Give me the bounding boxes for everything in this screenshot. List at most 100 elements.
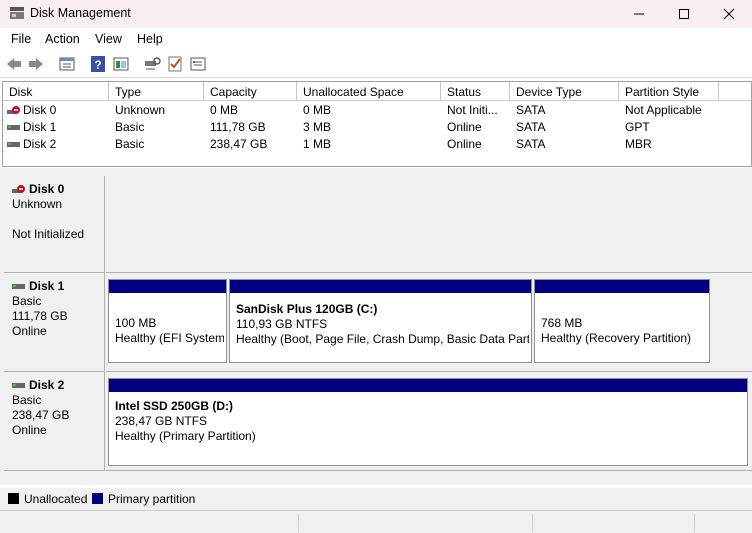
- properties-icon[interactable]: [58, 55, 76, 73]
- menu-file[interactable]: File: [11, 32, 31, 46]
- disk-0-status: Not Initialized: [12, 227, 85, 241]
- partition-title: Intel SSD 250GB (D:): [115, 399, 234, 413]
- disk-1-name: Disk 1: [29, 279, 65, 293]
- row-status: Online: [447, 120, 482, 134]
- partition-c[interactable]: SanDisk Plus 120GB (C:) 110,93 GB NTFS H…: [229, 279, 532, 363]
- disk-2-status: Online: [12, 423, 47, 437]
- graphical-view: Disk 0 Unknown Not Initialized Disk 1 Ba…: [0, 176, 752, 485]
- legend: Unallocated Primary partition: [0, 488, 752, 510]
- row-type: Basic: [115, 120, 145, 134]
- menu-help[interactable]: Help: [137, 32, 163, 46]
- disk-2-name: Disk 2: [29, 378, 65, 392]
- help-icon[interactable]: ?: [89, 55, 107, 73]
- menu-action[interactable]: Action: [45, 32, 80, 46]
- disk-error-icon: [7, 106, 20, 114]
- column-disk[interactable]: Disk: [3, 82, 109, 100]
- status-bar: [0, 510, 752, 533]
- partition-status: Healthy (Boot, Page File, Crash Dump, Ba…: [236, 332, 529, 346]
- legend-unallocated: Unallocated: [24, 492, 88, 506]
- row-partition-style: MBR: [625, 137, 652, 151]
- check-icon[interactable]: [166, 55, 184, 73]
- status-divider: [298, 514, 299, 532]
- table-row[interactable]: Disk 1 Basic 111,78 GB 3 MB Online SATA …: [3, 119, 751, 136]
- rescan-icon[interactable]: [143, 55, 161, 73]
- table-row[interactable]: Disk 0 Unknown 0 MB 0 MB Not Initi... SA…: [3, 102, 751, 119]
- legend-primary-swatch: [92, 493, 103, 504]
- view-icon[interactable]: [112, 55, 130, 73]
- maximize-button[interactable]: [661, 0, 707, 28]
- partition-efi[interactable]: 100 MB Healthy (EFI System: [108, 279, 227, 363]
- column-type[interactable]: Type: [109, 82, 204, 100]
- row-unallocated: 1 MB: [303, 137, 332, 151]
- row-device-type: SATA: [516, 120, 546, 134]
- disk-icon: [12, 283, 25, 289]
- partition-size: 238,47 GB NTFS: [115, 414, 208, 428]
- partition-size: 100 MB: [115, 316, 157, 330]
- row-capacity: 111,78 GB: [210, 120, 266, 134]
- row-type: Unknown: [115, 103, 166, 117]
- partition-bar: [230, 280, 531, 293]
- window-title: Disk Management: [30, 6, 131, 20]
- row-capacity: 0 MB: [210, 103, 239, 117]
- disk-0-label[interactable]: Disk 0 Unknown Not Initialized: [4, 176, 105, 273]
- disk-1-label[interactable]: Disk 1 Basic 111,78 GB Online: [4, 273, 105, 372]
- minimize-icon: [634, 13, 644, 15]
- menu-view[interactable]: View: [95, 32, 122, 46]
- table-row[interactable]: Disk 2 Basic 238,47 GB 1 MB Online SATA …: [3, 136, 751, 153]
- disk-0-name: Disk 0: [29, 182, 65, 196]
- partition-bar: [109, 280, 226, 293]
- column-unallocated[interactable]: Unallocated Space: [297, 82, 441, 100]
- disk-management-icon: [10, 7, 24, 19]
- partition-bar: [109, 379, 747, 392]
- row-unallocated: 0 MB: [303, 103, 332, 117]
- back-icon[interactable]: [5, 55, 23, 73]
- settings-icon[interactable]: [189, 55, 207, 73]
- status-divider: [694, 514, 695, 532]
- disk-2-area: Intel SSD 250GB (D:) 238,47 GB NTFS Heal…: [106, 372, 752, 471]
- legend-unallocated-swatch: [8, 493, 19, 504]
- disk-1-type: Basic: [12, 294, 42, 308]
- pane-splitter[interactable]: [0, 168, 752, 176]
- disk-icon: [7, 142, 20, 147]
- row-disk: Disk 0: [23, 103, 57, 117]
- disk-0-type: Unknown: [12, 197, 63, 211]
- minimize-button[interactable]: [616, 0, 662, 28]
- row-partition-style: GPT: [625, 120, 650, 134]
- row-capacity: 238,47 GB: [210, 137, 268, 151]
- svg-text:?: ?: [94, 58, 101, 72]
- partition-title: SanDisk Plus 120GB (C:): [236, 302, 378, 316]
- column-status[interactable]: Status: [441, 82, 510, 100]
- row-partition-style: Not Applicable: [625, 103, 702, 117]
- disk-icon: [12, 382, 25, 388]
- disk-2-type: Basic: [12, 393, 42, 407]
- toolbar: ?: [0, 50, 752, 78]
- row-device-type: SATA: [516, 103, 546, 117]
- disk-2-size: 238,47 GB: [12, 408, 70, 422]
- close-button[interactable]: [706, 0, 752, 28]
- disk-2-label[interactable]: Disk 2 Basic 238,47 GB Online: [4, 372, 105, 471]
- disk-1-status: Online: [12, 324, 47, 338]
- menu-bar: File Action View Help: [0, 28, 752, 50]
- disk-1-area: 100 MB Healthy (EFI System SanDisk Plus …: [106, 273, 752, 372]
- column-capacity[interactable]: Capacity: [204, 82, 297, 100]
- partition-d[interactable]: Intel SSD 250GB (D:) 238,47 GB NTFS Heal…: [108, 378, 748, 466]
- row-type: Basic: [115, 137, 145, 151]
- row-disk: Disk 1: [23, 120, 57, 134]
- partition-bar: [535, 280, 709, 293]
- disk-icon: [7, 125, 20, 130]
- partition-status: Healthy (Primary Partition): [115, 429, 256, 443]
- disk-list-header: Disk Type Capacity Unallocated Space Sta…: [3, 82, 751, 101]
- disk-0-area[interactable]: [106, 176, 752, 273]
- column-partition-style[interactable]: Partition Style: [619, 82, 719, 100]
- title-bar: Disk Management: [0, 0, 752, 28]
- partition-status: Healthy (Recovery Partition): [541, 331, 692, 345]
- column-device-type[interactable]: Device Type: [510, 82, 619, 100]
- disk-0-size: [12, 212, 104, 227]
- legend-primary: Primary partition: [108, 492, 196, 506]
- close-icon: [723, 8, 735, 20]
- partition-recovery[interactable]: 768 MB Healthy (Recovery Partition): [534, 279, 710, 363]
- disk-1-size: 111,78 GB: [12, 309, 68, 323]
- forward-icon[interactable]: [27, 55, 45, 73]
- row-status: Not Initi...: [447, 103, 498, 117]
- row-unallocated: 3 MB: [303, 120, 332, 134]
